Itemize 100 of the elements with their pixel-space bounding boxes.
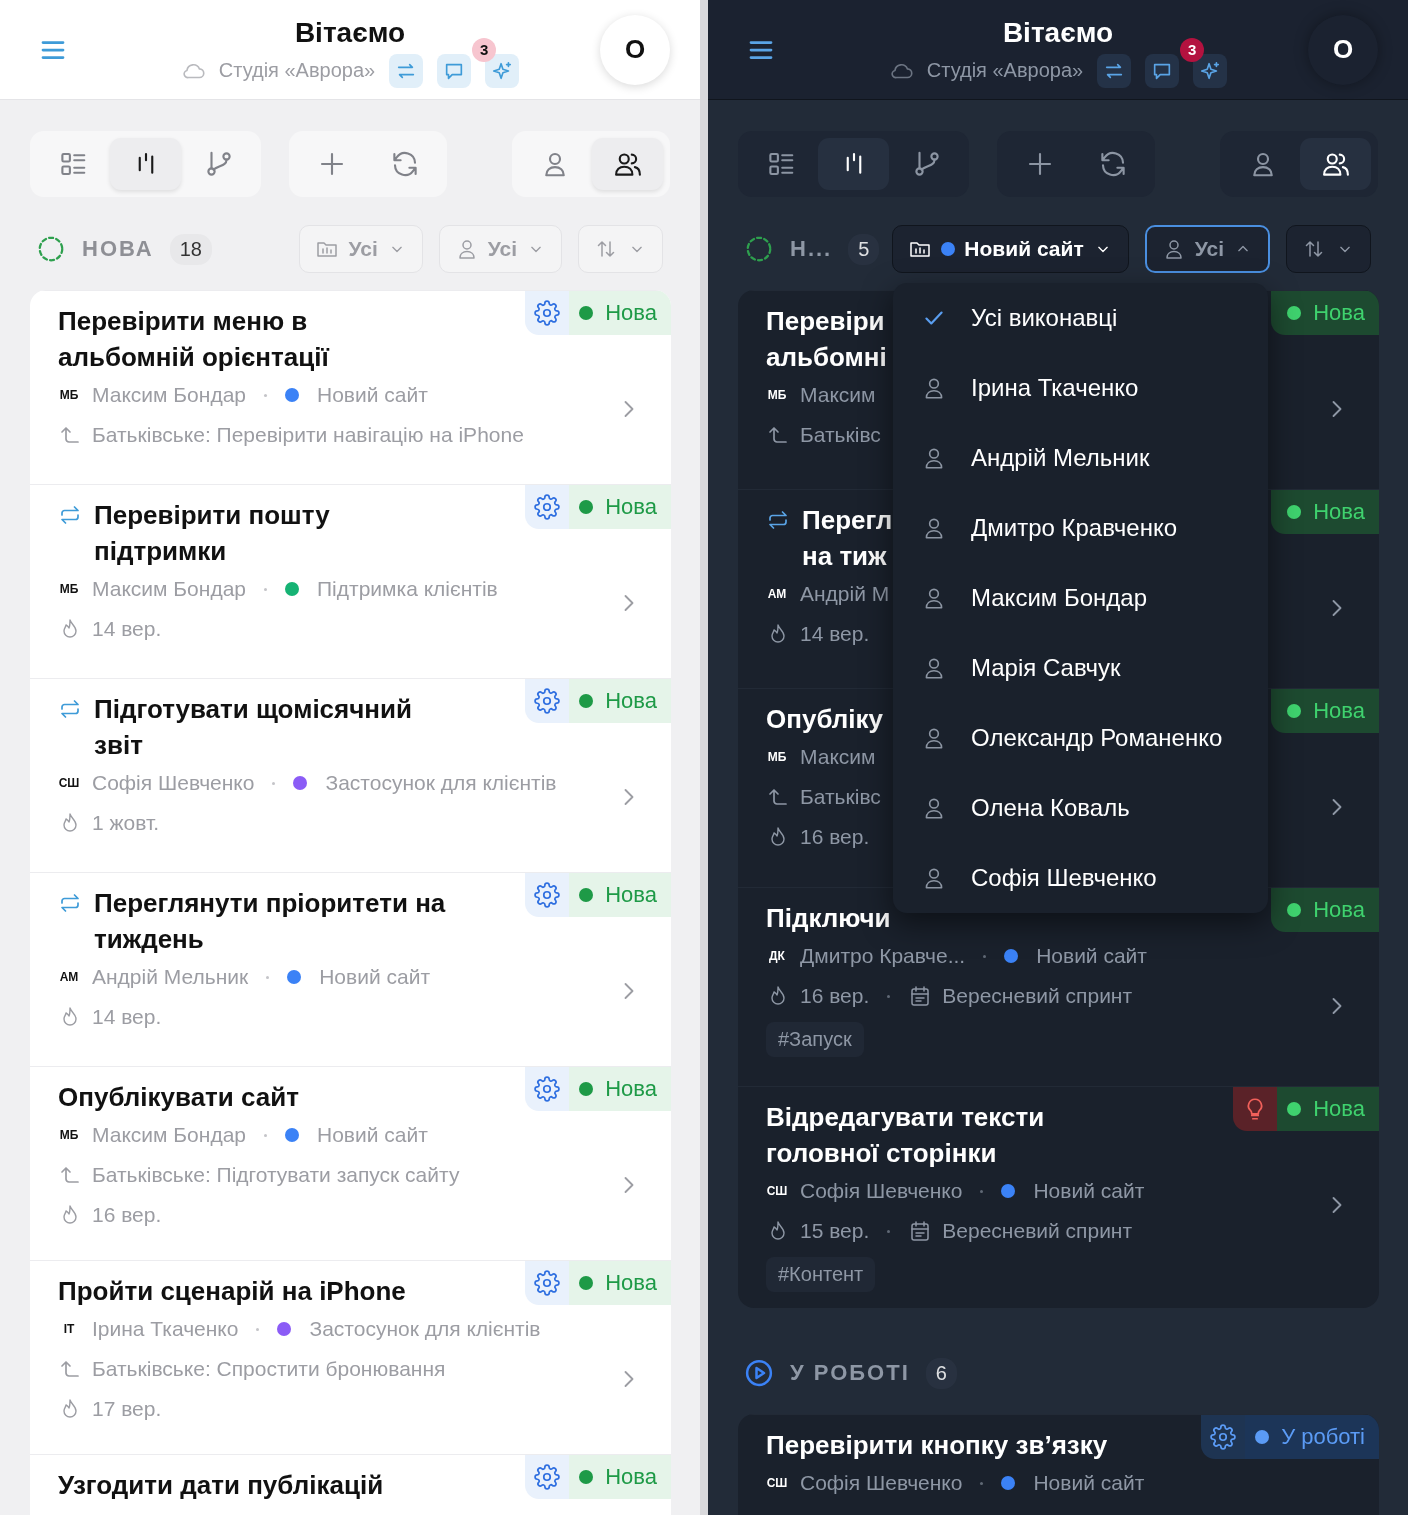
assignee-name: Софія Шевченко <box>92 771 255 795</box>
task-title: Перевірити кнопку зв’язку <box>766 1429 1108 1462</box>
task-card[interactable]: Відредагувати тексти головної сторінки СШ Софія Шевченко Новий сайт 15 вер. Вересневий спринт #Контент Нова <box>738 1086 1379 1308</box>
task-card[interactable]: Перевірити кнопку зв’язку СШ Софія Шевченко Новий сайт У роботі <box>738 1414 1379 1515</box>
status-label: У роботі <box>1281 1424 1365 1450</box>
repeat-icon <box>58 697 82 721</box>
swap-button[interactable] <box>1097 53 1132 88</box>
status-dot <box>579 1276 594 1290</box>
menu-item[interactable]: Олександр Романенко <box>893 703 1268 773</box>
status-label: Нова <box>1313 499 1365 525</box>
status-label: Нова <box>1313 897 1365 923</box>
team-tasks-button[interactable] <box>592 138 663 190</box>
task-card[interactable]: Узгодити дати публікацій Нова <box>30 1454 671 1515</box>
status-label: Нова <box>605 1076 657 1102</box>
separator-dot <box>980 1481 984 1485</box>
task-card[interactable]: Пройти сценарій на iPhone ІТ Ірина Ткаченко Застосунок для клієнтів Батьківське: Спростити бронювання 17 вер. Нова <box>30 1260 671 1454</box>
status-dot <box>1287 1102 1302 1116</box>
in-progress-icon <box>744 1358 774 1388</box>
due-date: 16 вер. <box>800 984 870 1008</box>
sparkle-icon <box>1199 59 1222 82</box>
project-name: Застосунок для клієнтів <box>309 1317 541 1341</box>
status-label: Нова <box>605 494 657 520</box>
chat-button[interactable] <box>437 53 472 88</box>
assignee-name: Софія Шевченко <box>800 1471 963 1495</box>
separator-dot <box>264 587 267 591</box>
separator-dot <box>887 994 891 998</box>
assignee-filter[interactable]: Усі <box>1144 225 1270 273</box>
sparkle-button[interactable] <box>485 53 520 88</box>
section-title: НОВА <box>82 236 154 262</box>
profile-avatar[interactable]: О <box>1308 14 1378 85</box>
status-dot <box>1255 1430 1270 1444</box>
workspace-name: Студія «Аврора» <box>926 59 1084 82</box>
task-card[interactable]: Підготувати щомісячний звіт СШ Софія Шевченко Застосунок для клієнтів 1 жовт. Нова <box>30 678 671 872</box>
task-count: 5 <box>848 233 880 265</box>
team-tasks-button[interactable] <box>1300 138 1371 190</box>
tag[interactable]: #Запуск <box>766 1022 864 1057</box>
task-card[interactable]: Переглянути пріоритети на тиждень АМ Андрій Мельник Новий сайт 14 вер. Нова <box>30 872 671 1066</box>
greeting-title: Вітаємо <box>294 15 406 50</box>
gear-icon <box>534 300 561 326</box>
sort-button[interactable] <box>1286 225 1371 273</box>
task-title: Підключи <box>766 902 891 935</box>
task-title: Перегл на тиж <box>802 504 893 573</box>
due-date: 1 жовт. <box>92 811 160 835</box>
assignee-name: Максим <box>800 383 876 407</box>
menu-item[interactable]: Максим Бондар <box>893 563 1268 633</box>
assignee-name: Андрій М <box>800 582 890 606</box>
chat-button[interactable] <box>1145 53 1180 88</box>
menu-item[interactable]: Андрій Мельник <box>893 423 1268 493</box>
status-dot <box>579 888 594 902</box>
repeat-icon <box>58 503 82 527</box>
board-view-button[interactable] <box>110 138 181 190</box>
task-count: 6 <box>925 1357 957 1389</box>
separator-dot <box>983 954 987 958</box>
project-filter[interactable]: Новий сайт <box>892 225 1129 273</box>
sprint-name: Вересневий спринт <box>942 984 1133 1008</box>
status-label: Нова <box>605 1464 657 1490</box>
separator-dot <box>264 393 267 397</box>
status-dot <box>579 1470 594 1484</box>
sprint-name: Вересневий спринт <box>942 1219 1133 1243</box>
separator-dot <box>887 1229 891 1233</box>
due-date: 14 вер. <box>92 617 162 641</box>
parent-task: Батьківське: Перевірити навігацію на iPhone <box>92 423 524 447</box>
status-label: Нова <box>605 1270 657 1296</box>
menu-item[interactable]: Усі виконавці <box>893 283 1268 353</box>
due-date: 16 вер. <box>800 825 870 849</box>
gear-icon <box>1210 1424 1237 1450</box>
profile-avatar[interactable]: О <box>600 14 670 85</box>
task-title: Переглянути пріоритети на тиждень <box>94 887 447 956</box>
project-name: Новий сайт <box>319 965 430 989</box>
task-card[interactable]: Перевірити пошту підтримки МБ Максим Бондар Підтримка клієнтів 14 вер. Нова <box>30 484 671 678</box>
swap-button[interactable] <box>389 53 424 88</box>
sparkle-icon <box>491 59 514 82</box>
task-title: Відредагувати тексти головної сторінки <box>766 1101 1046 1170</box>
status-dot <box>579 500 594 514</box>
board-view-button[interactable] <box>818 138 889 190</box>
notification-badge: 3 <box>1180 37 1205 62</box>
status-dot <box>579 1082 594 1096</box>
menu-item[interactable]: Олена Коваль <box>893 773 1268 843</box>
status-dot <box>1287 306 1302 320</box>
parent-task: Батьківс <box>800 785 881 809</box>
due-date: 15 вер. <box>800 1219 870 1243</box>
task-card[interactable]: Опублікувати сайт МБ Максим Бондар Новий сайт Батьківське: Підготувати запуск сайту 16 вер. Нова <box>30 1066 671 1260</box>
task-card[interactable]: Перевірити меню в альбомній орієнтації МБ Максим Бондар Новий сайт Батьківське: Перевірити навігацію на iPhone Нова <box>30 290 671 484</box>
due-date: 17 вер. <box>92 1397 162 1421</box>
tag[interactable]: #Контент <box>766 1257 876 1292</box>
menu-item[interactable]: Марія Савчук <box>893 633 1268 703</box>
project-name: Новий сайт <box>1033 1471 1145 1495</box>
workspace-name: Студія «Аврора» <box>218 59 376 82</box>
separator-dot <box>264 1133 267 1137</box>
due-date: 14 вер. <box>800 622 870 646</box>
parent-task: Батьківс <box>800 423 881 447</box>
menu-item[interactable]: Дмитро Кравченко <box>893 493 1268 563</box>
gear-icon <box>534 1076 561 1102</box>
sparkle-button[interactable] <box>1193 53 1228 88</box>
assignee-initials: СШ <box>765 1475 789 1492</box>
project-name: Новий сайт <box>1033 1179 1145 1203</box>
parent-task: Батьківське: Спростити бронювання <box>92 1357 446 1381</box>
assignee-initials: МБ <box>766 387 788 404</box>
menu-item[interactable]: Ірина Ткаченко <box>893 353 1268 423</box>
repeat-icon <box>58 891 82 915</box>
